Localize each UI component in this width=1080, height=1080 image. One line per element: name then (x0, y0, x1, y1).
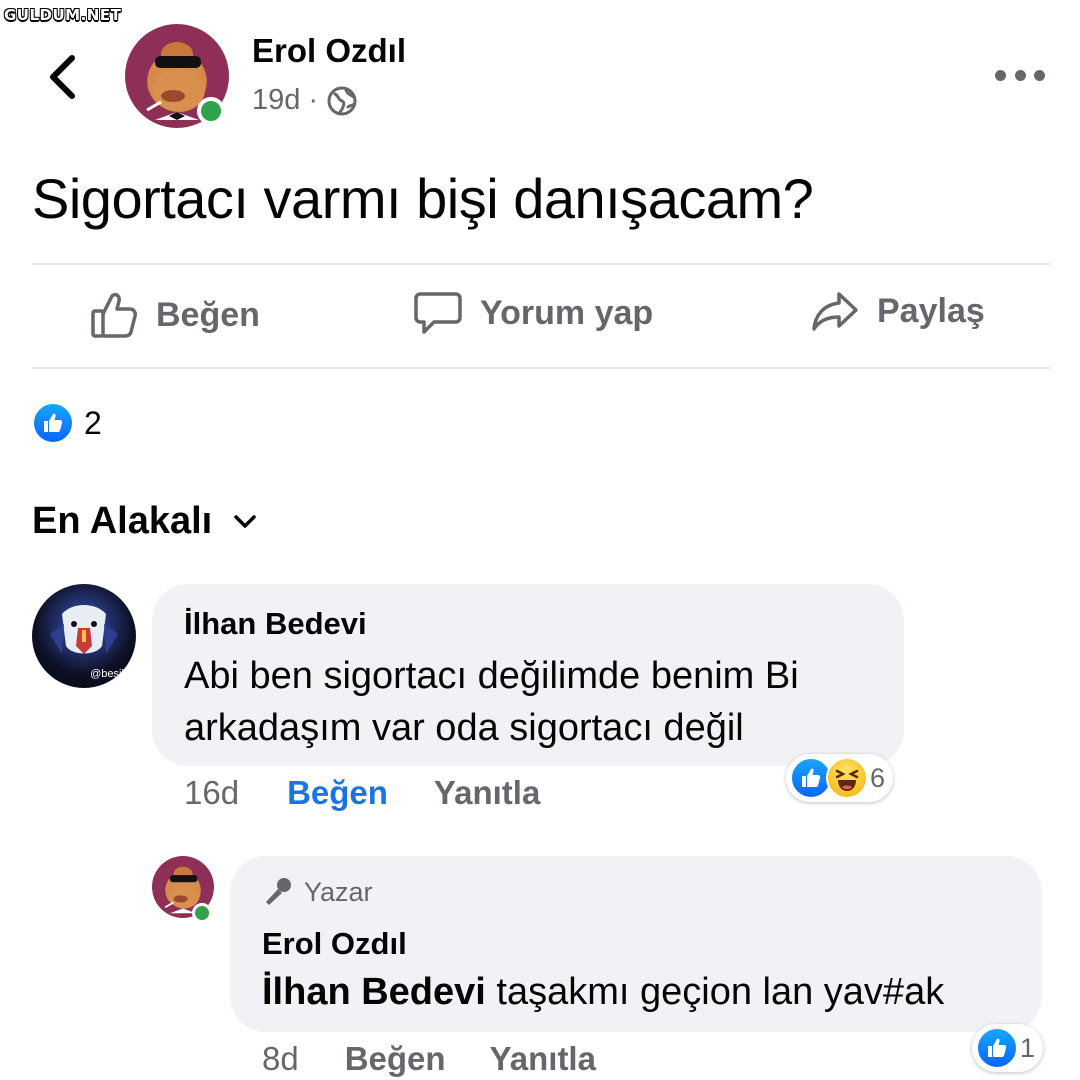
post-meta: 19d · (252, 84, 358, 117)
commenter-avatar[interactable]: @besikt (32, 584, 136, 688)
share-label: Paylaş (877, 291, 985, 330)
reaction-summary[interactable]: 2 (32, 402, 102, 444)
comment-like-button[interactable]: Beğen (287, 774, 388, 812)
comment-timestamp[interactable]: 16d (184, 774, 239, 812)
post-text: Sigortacı varmı bişi danışacam? (32, 167, 814, 230)
comment-reply-button[interactable]: Yanıtla (434, 774, 540, 812)
like-button[interactable]: Beğen (90, 290, 260, 340)
reply-text-body: taşakmı geçion lan yav#ak (485, 971, 945, 1013)
comment-sort-dropdown[interactable]: En Alakalı (32, 500, 256, 543)
more-dot-icon (1014, 69, 1026, 81)
more-options-button[interactable] (995, 62, 1045, 88)
like-label: Beğen (156, 295, 260, 334)
more-dot-icon (1034, 69, 1045, 81)
reply-timestamp[interactable]: 8d (262, 1040, 299, 1078)
globe-icon (327, 86, 357, 115)
reply-reply-button[interactable]: Yanıtla (490, 1040, 596, 1078)
comment-bubble-icon (414, 292, 462, 334)
comment-text-line: arkadaşım var oda sigortacı değil (184, 707, 744, 749)
comment-label: Yorum yap (480, 293, 654, 332)
post-timestamp[interactable]: 19d (252, 84, 300, 117)
mention-link[interactable]: İlhan Bedevi (262, 971, 486, 1013)
watermark: GULDUM.NET (4, 6, 122, 24)
reply-reaction-count: 1 (1020, 1032, 1036, 1063)
reply-text: İlhan Bedevi taşakmı geçion lan yav#ak (262, 966, 944, 1018)
post-author-name[interactable]: Erol Ozdıl (252, 32, 406, 70)
comment-text-line: Abi ben sigortacı değilimde benim Bi (184, 655, 799, 697)
thumbs-up-icon (91, 292, 137, 338)
meta-separator: · (308, 84, 319, 116)
reply-reactions[interactable]: 1 (972, 1024, 1044, 1072)
divider (32, 263, 1050, 265)
like-reaction-icon (976, 1027, 1018, 1069)
comment-button[interactable]: Yorum yap (414, 290, 653, 336)
reply-author-name[interactable]: Erol Ozdıl (262, 926, 407, 962)
divider (32, 367, 1050, 369)
like-reaction-icon (32, 402, 74, 444)
comment-reaction-count: 6 (870, 762, 886, 793)
reaction-count: 2 (84, 404, 102, 441)
haha-reaction-icon (826, 757, 868, 799)
comment-actions: 16d Beğen Yanıtla (184, 774, 540, 812)
online-status-dot (197, 97, 225, 125)
commenter-name[interactable]: İlhan Bedevi (184, 606, 367, 642)
share-button[interactable]: Paylaş (811, 290, 985, 332)
microphone-icon (266, 878, 291, 905)
sort-label: En Alakalı (32, 500, 213, 542)
back-button[interactable] (40, 52, 84, 102)
chevron-down-icon (234, 514, 256, 528)
reply-actions: 8d Beğen Yanıtla (262, 1040, 596, 1078)
comment-reactions[interactable]: 6 (786, 754, 894, 802)
author-badge-label: Yazar (304, 876, 373, 907)
share-arrow-icon (812, 292, 858, 331)
online-status-dot (192, 903, 212, 923)
chevron-left-icon (50, 55, 75, 99)
avatar-watermark: @besikt (90, 668, 130, 680)
more-dot-icon (995, 69, 1006, 81)
reply-like-button[interactable]: Beğen (345, 1040, 446, 1078)
author-badge: Yazar (262, 876, 373, 908)
